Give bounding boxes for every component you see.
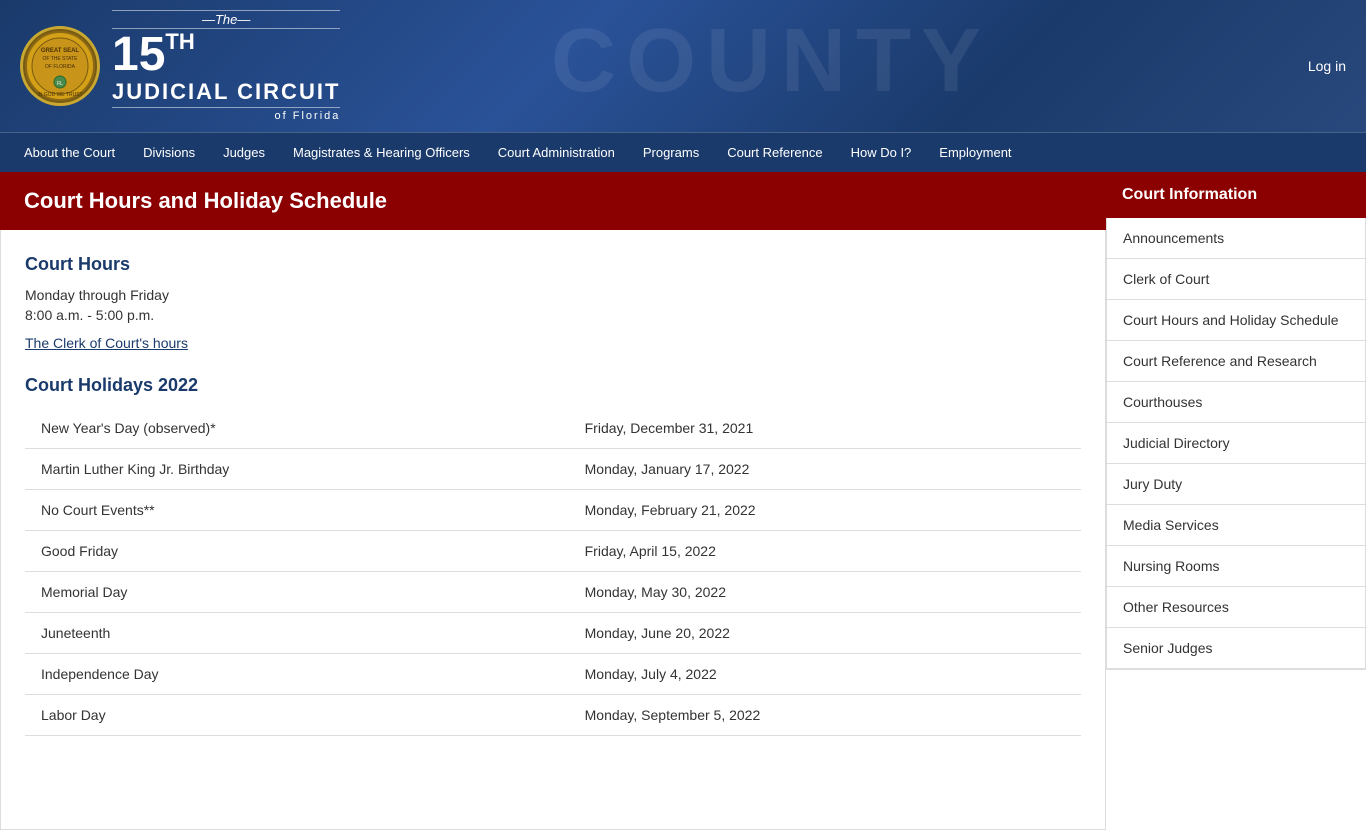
holiday-name: Independence Day [25, 654, 569, 695]
sidebar-header: Court Information [1106, 172, 1366, 218]
holiday-date: Monday, February 21, 2022 [569, 490, 1081, 531]
svg-text:FL: FL [57, 81, 63, 87]
table-row: New Year's Day (observed)*Friday, Decemb… [25, 408, 1081, 449]
table-row: Martin Luther King Jr. BirthdayMonday, J… [25, 449, 1081, 490]
nav-item-court-reference[interactable]: Court Reference [713, 133, 836, 172]
sidebar-item-jury-duty[interactable]: Jury Duty [1107, 464, 1365, 505]
nav-item-employment[interactable]: Employment [925, 133, 1025, 172]
sidebar-item-media-services[interactable]: Media Services [1107, 505, 1365, 546]
holidays-title: Court Holidays 2022 [25, 375, 1081, 396]
holiday-date: Monday, June 20, 2022 [569, 613, 1081, 654]
sidebar-item-courthouses[interactable]: Courthouses [1107, 382, 1365, 423]
judicial-circuit-label: Judicial Circuit [112, 79, 340, 105]
holiday-date: Monday, May 30, 2022 [569, 572, 1081, 613]
holidays-section: Court Holidays 2022 New Year's Day (obse… [25, 375, 1081, 736]
sidebar-item-other-resources[interactable]: Other Resources [1107, 587, 1365, 628]
holiday-date: Monday, January 17, 2022 [569, 449, 1081, 490]
sidebar-item-court-reference-and-research[interactable]: Court Reference and Research [1107, 341, 1365, 382]
nav-item-court-administration[interactable]: Court Administration [484, 133, 629, 172]
holiday-name: New Year's Day (observed)* [25, 408, 569, 449]
table-row: No Court Events**Monday, February 21, 20… [25, 490, 1081, 531]
holiday-date: Friday, December 31, 2021 [569, 408, 1081, 449]
table-row: Independence DayMonday, July 4, 2022 [25, 654, 1081, 695]
seal-logo: GREAT SEAL OF THE STATE OF FLORIDA FL IN… [20, 26, 100, 106]
table-row: Good FridayFriday, April 15, 2022 [25, 531, 1081, 572]
nav-item-how-do-i[interactable]: How Do I? [837, 133, 926, 172]
holiday-name: Juneteenth [25, 613, 569, 654]
table-row: JuneteenthMonday, June 20, 2022 [25, 613, 1081, 654]
sidebar: Court Information AnnouncementsClerk of … [1106, 172, 1366, 830]
holiday-name: Martin Luther King Jr. Birthday [25, 449, 569, 490]
table-row: Labor DayMonday, September 5, 2022 [25, 695, 1081, 736]
court-hours-title: Court Hours [25, 254, 1081, 275]
table-row: Memorial DayMonday, May 30, 2022 [25, 572, 1081, 613]
svg-text:OF THE STATE: OF THE STATE [42, 56, 78, 62]
svg-text:GREAT SEAL: GREAT SEAL [41, 48, 80, 54]
sidebar-item-clerk-of-court[interactable]: Clerk of Court [1107, 259, 1365, 300]
holiday-name: No Court Events** [25, 490, 569, 531]
circuit-number: 15 [112, 31, 165, 79]
sidebar-item-judicial-directory[interactable]: Judicial Directory [1107, 423, 1365, 464]
nav-item-programs[interactable]: Programs [629, 133, 713, 172]
content-header-bar: Court Hours and Holiday Schedule [0, 172, 1106, 230]
svg-text:IN GOD WE TRUST: IN GOD WE TRUST [37, 92, 82, 98]
holiday-date: Friday, April 15, 2022 [569, 531, 1081, 572]
circuit-sup: TH [165, 31, 194, 53]
holiday-name: Memorial Day [25, 572, 569, 613]
sidebar-title: Court Information [1122, 186, 1350, 204]
content-body: Court Hours Monday through Friday 8:00 a… [0, 230, 1106, 830]
hours-weekdays: Monday through Friday [25, 287, 1081, 303]
clerk-hours-link[interactable]: The Clerk of Court's hours [25, 335, 188, 351]
holiday-name: Good Friday [25, 531, 569, 572]
logo-area: GREAT SEAL OF THE STATE OF FLORIDA FL IN… [20, 10, 340, 122]
page-title: Court Hours and Holiday Schedule [24, 188, 1082, 214]
sidebar-item-announcements[interactable]: Announcements [1107, 218, 1365, 259]
svg-text:OF FLORIDA: OF FLORIDA [45, 64, 76, 70]
site-header: COUNTY GREAT SEAL OF THE STATE OF FLORID… [0, 0, 1366, 172]
site-title: —The— 15TH Judicial Circuit of Florida [112, 10, 340, 122]
main-content-area: Court Hours and Holiday Schedule Court H… [0, 172, 1106, 830]
sidebar-navigation: AnnouncementsClerk of CourtCourt Hours a… [1106, 218, 1366, 670]
holiday-date: Monday, September 5, 2022 [569, 695, 1081, 736]
court-hours-section: Court Hours Monday through Friday 8:00 a… [25, 254, 1081, 351]
holiday-name: Labor Day [25, 695, 569, 736]
nav-item-judges[interactable]: Judges [209, 133, 279, 172]
holiday-date: Monday, July 4, 2022 [569, 654, 1081, 695]
nav-item-magistrates--hearing-officers[interactable]: Magistrates & Hearing Officers [279, 133, 484, 172]
nav-item-about-the-court[interactable]: About the Court [10, 133, 129, 172]
login-link[interactable]: Log in [1308, 58, 1346, 74]
nav-item-divisions[interactable]: Divisions [129, 133, 209, 172]
hours-time: 8:00 a.m. - 5:00 p.m. [25, 307, 1081, 323]
sidebar-item-senior-judges[interactable]: Senior Judges [1107, 628, 1365, 669]
sidebar-item-nursing-rooms[interactable]: Nursing Rooms [1107, 546, 1365, 587]
of-florida-label: of Florida [112, 107, 340, 122]
page-container: Court Hours and Holiday Schedule Court H… [0, 172, 1366, 830]
main-navigation: About the CourtDivisionsJudgesMagistrate… [0, 132, 1366, 172]
the-label: —The— [112, 10, 340, 29]
sidebar-item-court-hours-and-holiday-schedule[interactable]: Court Hours and Holiday Schedule [1107, 300, 1365, 341]
holidays-table: New Year's Day (observed)*Friday, Decemb… [25, 408, 1081, 736]
